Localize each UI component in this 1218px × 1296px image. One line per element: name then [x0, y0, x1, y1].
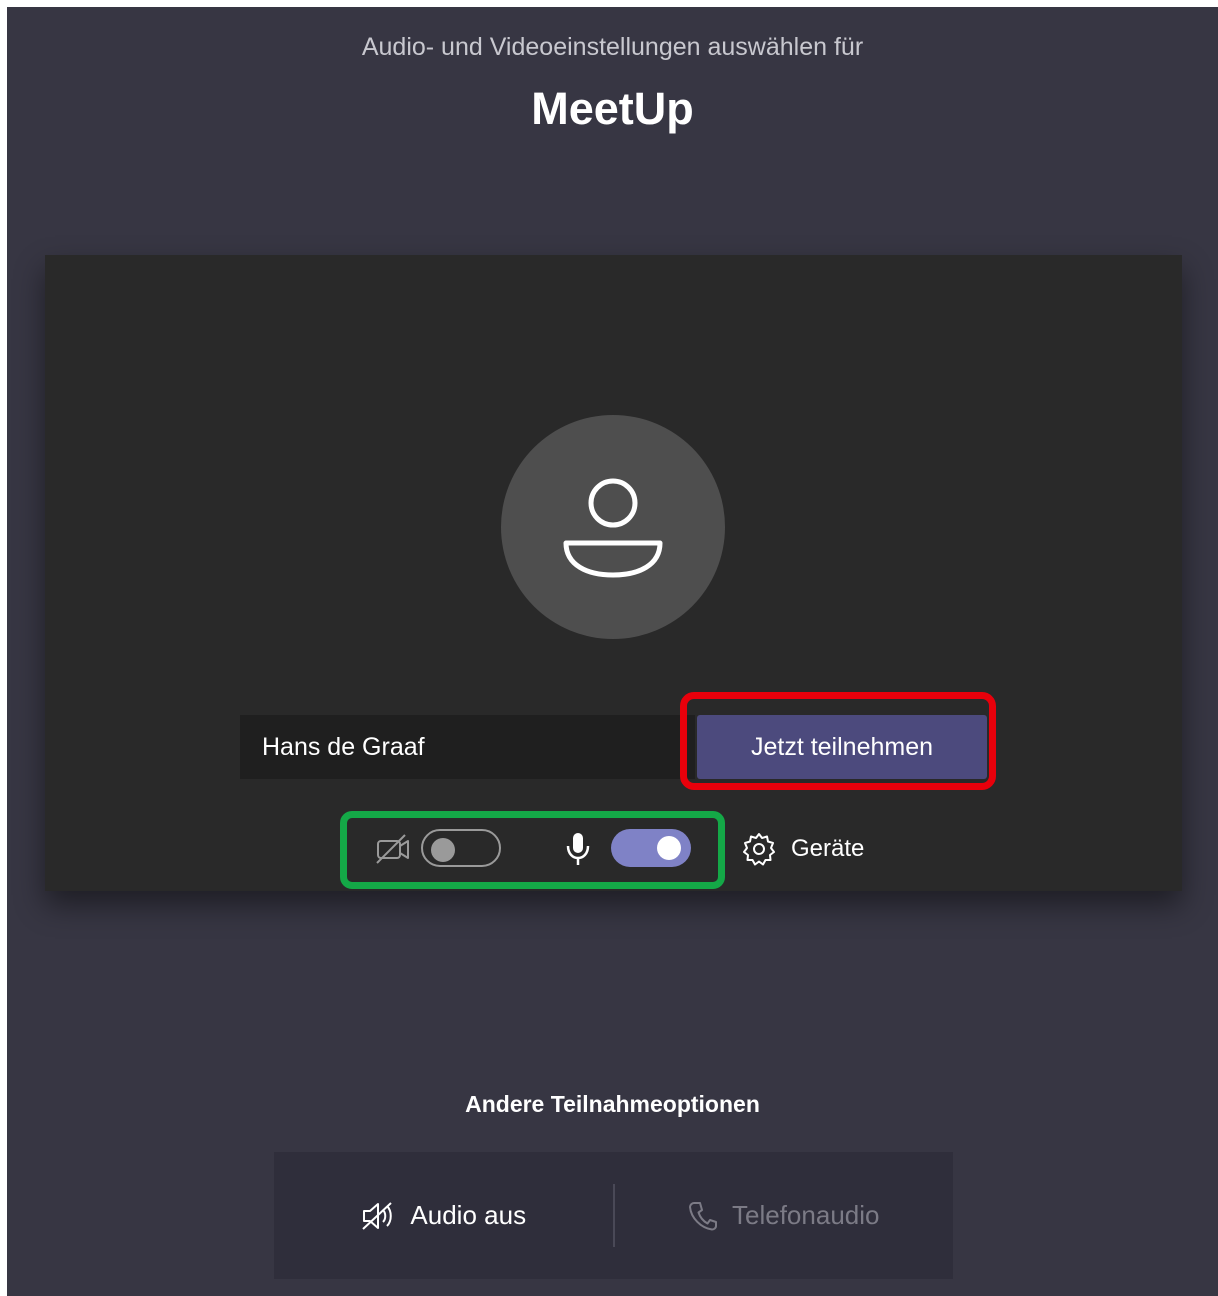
audio-off-label: Audio aus [410, 1200, 527, 1230]
audio-off-option[interactable]: Audio aus [274, 1152, 613, 1279]
speaker-off-icon [362, 1201, 393, 1230]
camera-toggle[interactable] [421, 829, 501, 867]
other-join-options-title: Andere Teilnahmeoptionen [465, 1091, 760, 1117]
video-preview: Jetzt teilnehmen Geräte [45, 255, 1182, 891]
name-field[interactable] [240, 715, 695, 779]
camera-off-icon [376, 834, 409, 864]
phone-icon [689, 1201, 718, 1230]
prejoin-screen: Audio- und Videoeinstellungen auswählen … [7, 7, 1218, 1296]
microphone-toggle[interactable] [611, 829, 691, 867]
meeting-title: MeetUp [531, 83, 694, 134]
setup-subtitle: Audio- und Videoeinstellungen auswählen … [361, 33, 864, 61]
camera-toggle-knob [431, 838, 455, 862]
phone-audio-label: Telefonaudio [732, 1200, 880, 1230]
join-now-button[interactable]: Jetzt teilnehmen [697, 715, 987, 779]
microphone-icon [566, 833, 590, 865]
microphone-toggle-knob [657, 836, 681, 860]
gear-icon [743, 833, 775, 866]
phone-audio-option[interactable]: Telefonaudio [615, 1152, 954, 1279]
devices-button[interactable]: Geräte [741, 831, 864, 867]
person-icon [563, 478, 663, 578]
avatar [501, 415, 725, 639]
other-join-options: Audio aus Telefonaudio [274, 1152, 953, 1279]
devices-label: Geräte [791, 835, 865, 862]
